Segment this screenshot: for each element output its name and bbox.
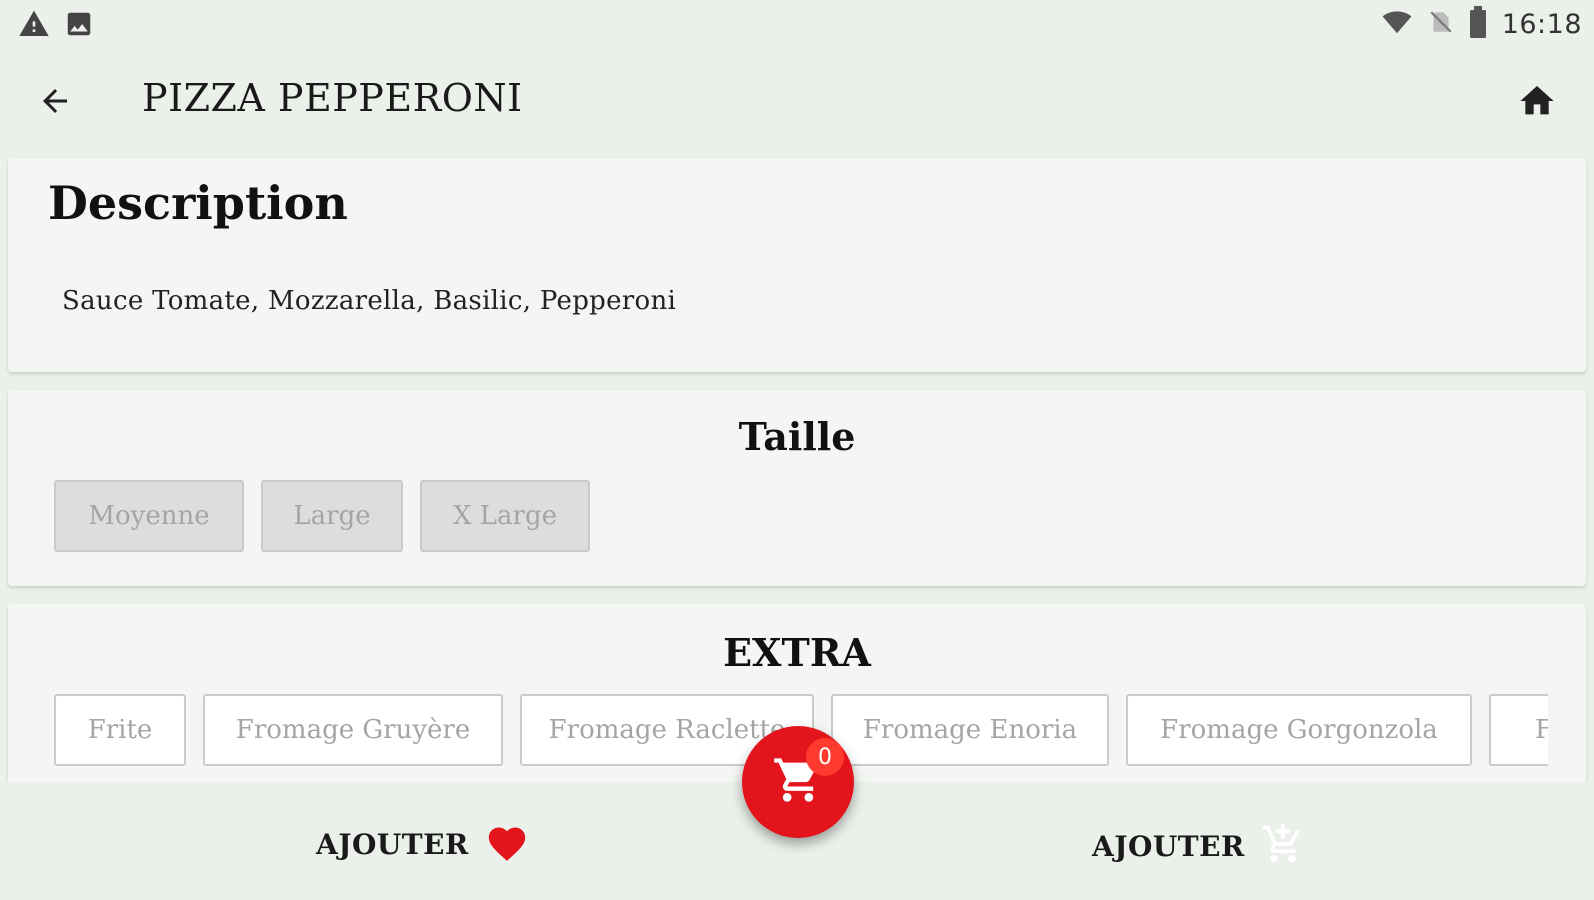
description-title: Description (48, 176, 348, 230)
extra-option-gruyere[interactable]: Fromage Gruyère (203, 694, 503, 766)
extra-option-enoria[interactable]: Fromage Enoria (831, 694, 1109, 766)
add-favorite-button[interactable]: AJOUTER (316, 822, 529, 866)
status-bar: 16:18 (0, 0, 1594, 52)
extra-option-frite[interactable]: Frite (54, 694, 186, 766)
heart-icon (485, 822, 529, 866)
page-title: PIZZA PEPPERONI (142, 76, 523, 120)
home-button[interactable] (1512, 78, 1562, 128)
size-options: Moyenne Large X Large (54, 480, 590, 552)
home-icon (1517, 81, 1557, 125)
add-favorite-label: AJOUTER (316, 827, 469, 861)
description-text: Sauce Tomate, Mozzarella, Basilic, Peppe… (62, 286, 677, 316)
cart-fab-button[interactable]: 0 (742, 726, 854, 838)
battery-icon (1468, 6, 1488, 42)
cart-count-badge: 0 (806, 738, 844, 776)
image-icon (64, 9, 94, 43)
size-card: Taille Moyenne Large X Large (8, 390, 1586, 586)
extra-option-gorgonzola[interactable]: Fromage Gorgonzola (1126, 694, 1472, 766)
warning-icon (18, 8, 50, 44)
arrow-left-icon (37, 83, 73, 123)
no-sim-icon (1428, 7, 1454, 41)
app-bar: PIZZA PEPPERONI (0, 56, 1594, 152)
size-option-moyenne[interactable]: Moyenne (54, 480, 244, 552)
status-right-icons: 16:18 (1380, 6, 1582, 42)
size-option-x-large[interactable]: X Large (420, 480, 590, 552)
description-card: Description Sauce Tomate, Mozzarella, Ba… (8, 158, 1586, 372)
extra-option-partial[interactable]: Fromage (1489, 694, 1548, 766)
add-shopping-cart-icon (1261, 822, 1305, 870)
wifi-icon (1380, 7, 1414, 41)
extra-title: EXTRA (723, 630, 871, 675)
size-option-large[interactable]: Large (261, 480, 403, 552)
add-to-cart-button[interactable]: AJOUTER (1092, 822, 1305, 870)
size-title: Taille (738, 414, 856, 459)
status-left-icons (18, 8, 94, 44)
status-time: 16:18 (1501, 8, 1582, 40)
add-to-cart-label: AJOUTER (1092, 829, 1245, 863)
back-button[interactable] (30, 78, 80, 128)
